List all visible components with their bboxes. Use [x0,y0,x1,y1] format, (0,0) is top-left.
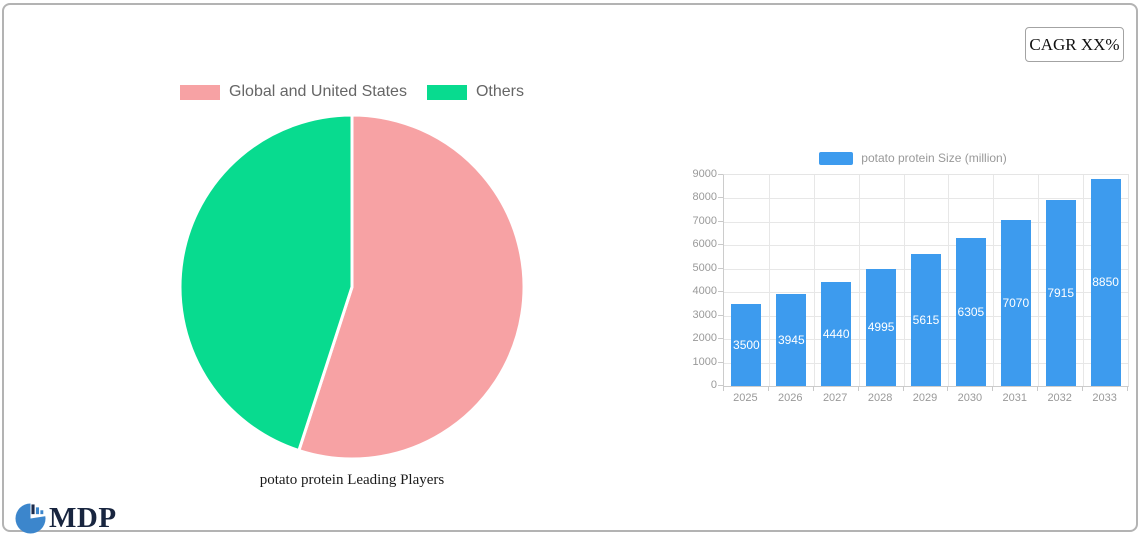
bar-value-label: 4995 [867,320,895,335]
bar-value-label: 6305 [957,305,985,320]
gridline-vertical [1083,175,1085,386]
pie-legend-label-others: Others [475,83,524,100]
logo-bar-1 [31,504,35,515]
y-axis-tick [718,220,723,222]
y-axis-label: 5000 [692,261,717,274]
bar-value-label: 4440 [822,327,850,341]
report-card: CAGR XX% Global and United States Others… [2,3,1140,534]
y-axis-tick [718,291,723,293]
y-axis-label: 3000 [692,308,717,321]
x-axis-tick [1127,386,1128,391]
y-axis-label: 9000 [692,168,717,180]
x-axis-label: 2025 [733,392,758,404]
y-axis-tick [718,338,723,340]
bar-chart: potato protein Size (million) 3500 3945 44… [684,149,1140,415]
gridline-vertical [903,175,905,386]
y-axis-tick [718,361,723,363]
logo-bar-2 [35,507,40,515]
bar-value-label: 5615 [912,313,940,328]
gridline-vertical [858,175,860,386]
x-axis-tick [1082,386,1084,391]
gridline-vertical [1038,175,1040,386]
y-axis-tick [718,244,723,246]
bar-legend[interactable]: potato protein Size (million) [684,151,1140,165]
pie-legend-item-global[interactable]: Global and United States [180,83,407,101]
x-axis-label: 2029 [912,392,938,404]
bar-value-label: 7915 [1047,286,1075,301]
x-axis-tick [1037,386,1039,391]
mdp-logo-icon [15,503,46,534]
logo-bar-3 [40,510,44,515]
bar-plot-area: 3500 3945 4440 4995 5615 6305 7070 7915 8850 [723,174,1129,387]
pie-chart-title: potato protein Leading Players [259,472,445,488]
pie-legend-label-global: Global and United States [229,83,407,100]
x-axis-label: 2028 [867,392,893,404]
y-axis-label: 8000 [692,191,717,204]
x-axis-label: 2027 [822,392,848,404]
x-axis-tick [947,386,949,391]
y-axis-tick [718,314,723,316]
gridline-horizontal [724,198,1128,200]
pie-legend-swatch-others [426,84,467,100]
y-axis-label: 7000 [692,214,717,227]
gridline-vertical [948,175,950,386]
bar-value-label: 7070 [1002,296,1030,311]
y-axis-label: 2000 [692,332,717,345]
bar-legend-swatch [819,151,854,165]
x-axis-tick [992,386,994,391]
pie-legend-item-others[interactable]: Others [426,83,524,101]
x-axis-label: 2031 [1002,392,1028,404]
y-axis-label: 6000 [692,238,717,251]
x-axis-tick [902,386,904,391]
pie-legend-swatch-global [180,84,221,100]
x-axis-tick [723,386,724,391]
gridline-vertical [993,175,995,386]
x-axis-tick [767,386,769,391]
bar-value-label: 3945 [777,332,805,347]
y-axis-tick [718,267,723,269]
y-axis-label: 1000 [692,355,717,368]
y-axis-tick [718,174,723,175]
x-axis-tick [857,386,859,391]
mdp-logo-text: MDP [49,502,117,534]
bar-value-label: 8850 [1092,275,1119,290]
x-axis-tick [812,386,814,391]
y-axis-label: 0 [710,379,717,391]
gridline-vertical [813,175,815,386]
gridline-vertical [768,175,770,386]
bar-value-label: 3500 [733,338,760,352]
x-axis-label: 2032 [1047,392,1072,404]
x-axis-label: 2030 [957,392,983,404]
x-axis-label: 2033 [1092,392,1117,404]
pie-legend: Global and United States Others [177,83,527,101]
pie-chart [178,113,526,461]
y-axis-tick [718,197,723,199]
bar-legend-label: potato protein Size (million) [861,151,1007,165]
x-axis-label: 2026 [778,392,803,404]
y-axis-label: 4000 [692,285,717,298]
mdp-logo[interactable]: MDP [15,503,117,534]
cagr-badge[interactable]: CAGR XX% [1025,27,1124,62]
